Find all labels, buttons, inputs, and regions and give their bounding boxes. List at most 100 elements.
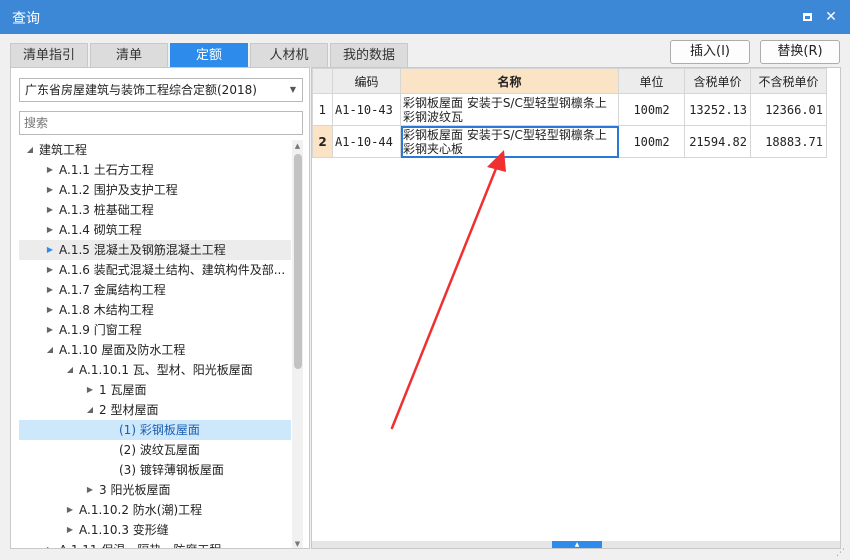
tree-node-label: A.1.7 金属结构工程 — [59, 283, 166, 297]
quota-grid-panel: 编码 名称 单位 含税单价 不含税单价 1 A1-10-43 彩钢板屋面 安装于… — [311, 67, 841, 549]
tree-node[interactable]: ◢ A.1.10 屋面及防水工程 — [19, 340, 291, 360]
quota-code[interactable]: A1-10-44 — [332, 125, 401, 158]
quota-name-line: 彩钢夹心板 — [403, 141, 464, 156]
tree-node[interactable]: (3) 镀锌薄钢板屋面 — [19, 460, 291, 480]
column-header-price-without-tax[interactable]: 不含税单价 — [750, 68, 827, 94]
price-without-tax[interactable]: 12366.01 — [750, 93, 827, 126]
close-icon[interactable]: ✕ — [821, 7, 841, 27]
quota-library-select[interactable]: 广东省房屋建筑与装饰工程综合定额(2018) ▼ — [19, 78, 303, 102]
scrollbar-thumb[interactable] — [294, 154, 302, 369]
tree-node-label: A.1.6 装配式混凝土结构、建筑构件及部... — [59, 263, 286, 277]
tree-node[interactable]: ▶ A.1.10.2 防水(潮)工程 — [19, 500, 291, 520]
price-without-tax[interactable]: 18883.71 — [750, 125, 827, 158]
tree-node-label: A.1.10.1 瓦、型材、阳光板屋面 — [79, 363, 253, 377]
tree-node[interactable]: ▶ 1 瓦屋面 — [19, 380, 291, 400]
tree-node-label: A.1.2 围护及支护工程 — [59, 183, 178, 197]
price-with-tax[interactable]: 13252.13 — [684, 93, 751, 126]
scroll-down-icon[interactable]: ▼ — [292, 538, 303, 548]
expand-icon[interactable]: ▶ — [45, 540, 55, 548]
expand-icon[interactable]: ▶ — [45, 220, 55, 240]
expand-icon[interactable]: ▶ — [45, 240, 55, 260]
collapse-icon[interactable]: ◢ — [85, 400, 95, 420]
quota-name-line: 彩钢波纹瓦 — [403, 109, 464, 124]
table-row[interactable]: 1 A1-10-43 彩钢板屋面 安装于S/C型轻型钢檩条上 彩钢波纹瓦 100… — [312, 93, 827, 126]
expand-icon[interactable]: ▶ — [85, 380, 95, 400]
column-header-price-with-tax[interactable]: 含税单价 — [684, 68, 751, 94]
expand-icon[interactable]: ▶ — [45, 280, 55, 300]
expand-icon[interactable]: ▶ — [45, 180, 55, 200]
tab-list-guide[interactable]: 清单指引 — [10, 43, 88, 67]
tree-node[interactable]: ▶ A.1.2 围护及支护工程 — [19, 180, 291, 200]
tree-node-label: A.1.5 混凝土及钢筋混凝土工程 — [59, 243, 226, 257]
tree-node[interactable]: ▶ A.1.6 装配式混凝土结构、建筑构件及部... — [19, 260, 291, 280]
expand-icon[interactable]: ▶ — [45, 320, 55, 340]
tree-node-label: A.1.10.2 防水(潮)工程 — [79, 503, 203, 517]
column-header-code[interactable]: 编码 — [332, 68, 401, 94]
tree-vertical-scrollbar[interactable]: ▲ ▼ — [292, 140, 303, 548]
tree-node[interactable]: ◢ A.1.10.1 瓦、型材、阳光板屋面 — [19, 360, 291, 380]
insert-button[interactable]: 插入(I) — [670, 40, 750, 64]
tree-node-label: 1 瓦屋面 — [99, 383, 147, 397]
tree-node[interactable]: ◢ 建筑工程 — [19, 140, 291, 160]
tree-node-label: (2) 波纹瓦屋面 — [119, 443, 200, 457]
tree-node-label: A.1.10.3 变形缝 — [79, 523, 169, 537]
column-header-name[interactable]: 名称 — [400, 68, 619, 94]
quota-name[interactable]: 彩钢板屋面 安装于S/C型轻型钢檩条上 彩钢夹心板 — [400, 125, 619, 158]
tree-node[interactable]: ▶ A.1.5 混凝土及钢筋混凝土工程 — [19, 240, 291, 260]
collapse-icon[interactable]: ◢ — [25, 140, 35, 160]
expand-icon[interactable]: ▶ — [45, 200, 55, 220]
quota-unit[interactable]: 100m2 — [618, 125, 685, 158]
row-index: 2 — [312, 125, 333, 158]
quota-name[interactable]: 彩钢板屋面 安装于S/C型轻型钢檩条上 彩钢波纹瓦 — [400, 93, 619, 126]
resize-grip-icon[interactable]: ⋰ — [836, 548, 846, 558]
table-row[interactable]: 2 A1-10-44 彩钢板屋面 安装于S/C型轻型钢檩条上 彩钢夹心板 100… — [312, 125, 827, 158]
maximize-icon[interactable] — [797, 7, 817, 27]
tree-node[interactable]: (2) 波纹瓦屋面 — [19, 440, 291, 460]
tree-node-label: 2 型材屋面 — [99, 403, 159, 417]
scroll-up-icon[interactable]: ▲ — [292, 140, 303, 152]
expand-icon[interactable]: ▶ — [65, 520, 75, 540]
window-title: 查询 — [12, 11, 40, 27]
column-header-unit[interactable]: 单位 — [618, 68, 685, 94]
tree-node[interactable]: ▶ A.1.4 砌筑工程 — [19, 220, 291, 240]
expand-icon[interactable]: ▶ — [45, 260, 55, 280]
scroll-handle-icon[interactable]: ▲ — [552, 541, 602, 548]
collapse-icon[interactable]: ◢ — [65, 360, 75, 380]
tree-node[interactable]: ▶ A.1.8 木结构工程 — [19, 300, 291, 320]
column-header-index — [312, 68, 333, 94]
tree-node-label: A.1.9 门窗工程 — [59, 323, 142, 337]
quota-unit[interactable]: 100m2 — [618, 93, 685, 126]
tab-quota[interactable]: 定额 — [170, 43, 248, 67]
quota-name-line: 彩钢板屋面 安装于S/C型轻型钢檩条上 — [403, 127, 607, 142]
expand-icon[interactable]: ▶ — [45, 300, 55, 320]
tab-list[interactable]: 清单 — [90, 43, 168, 67]
tree-node[interactable]: ▶ A.1.11 保温、隔热、防腐工程 — [19, 540, 291, 548]
expand-icon[interactable]: ▶ — [85, 480, 95, 500]
grid-horizontal-scrollbar[interactable]: ▲ — [312, 541, 840, 548]
tree-node[interactable]: ▶ A.1.10.3 变形缝 — [19, 520, 291, 540]
expand-icon[interactable]: ▶ — [65, 500, 75, 520]
expand-icon[interactable]: ▶ — [45, 160, 55, 180]
quota-tree: ◢ 建筑工程 ▶ A.1.1 土石方工程 ▶ A.1.2 围护及支护工程 ▶ A.1.3 桩基… — [19, 140, 291, 548]
tree-node-label: A.1.1 土石方工程 — [59, 163, 154, 177]
tree-node[interactable]: ▶ A.1.9 门窗工程 — [19, 320, 291, 340]
quota-name-line: 彩钢板屋面 安装于S/C型轻型钢檩条上 — [403, 95, 607, 110]
tree-node[interactable]: ▶ A.1.7 金属结构工程 — [19, 280, 291, 300]
tree-node[interactable]: ▶ 3 阳光板屋面 — [19, 480, 291, 500]
collapse-icon[interactable]: ◢ — [45, 340, 55, 360]
tree-node[interactable]: ◢ 2 型材屋面 — [19, 400, 291, 420]
tree-node[interactable]: (1) 彩钢板屋面 — [19, 420, 291, 440]
tab-labor-material-machine[interactable]: 人材机 — [250, 43, 328, 67]
tree-node-label: A.1.3 桩基础工程 — [59, 203, 154, 217]
tab-my-data[interactable]: 我的数据 — [330, 43, 408, 67]
price-with-tax[interactable]: 21594.82 — [684, 125, 751, 158]
tree-node-label: A.1.4 砌筑工程 — [59, 223, 142, 237]
tree-node-label: 建筑工程 — [39, 143, 88, 157]
quota-table: 编码 名称 单位 含税单价 不含税单价 1 A1-10-43 彩钢板屋面 安装于… — [312, 68, 827, 158]
tree-node[interactable]: ▶ A.1.3 桩基础工程 — [19, 200, 291, 220]
tree-node-label: 3 阳光板屋面 — [99, 483, 171, 497]
tree-node[interactable]: ▶ A.1.1 土石方工程 — [19, 160, 291, 180]
replace-button[interactable]: 替换(R) — [760, 40, 840, 64]
quota-code[interactable]: A1-10-43 — [332, 93, 401, 126]
search-input[interactable] — [19, 111, 303, 135]
